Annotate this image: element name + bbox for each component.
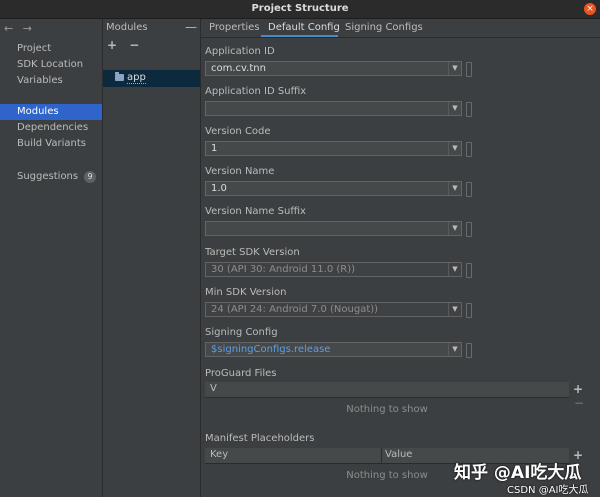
version-name-value: 1.0	[211, 183, 227, 194]
active-tab-indicator	[261, 35, 338, 37]
dropdown-arrow-icon[interactable]: ▼	[448, 102, 461, 115]
signing-config-label: Signing Config	[205, 327, 278, 338]
application-id-field[interactable]: com.cv.tnn ▼	[205, 61, 462, 76]
target-sdk-value: 30 (API 30: Android 11.0 (R))	[211, 264, 356, 275]
min-sdk-select[interactable]: 24 (API 24: Android 7.0 (Nougat)) ▼	[205, 302, 462, 317]
field-handle-icon[interactable]	[466, 182, 472, 197]
tab-default-config[interactable]: Default Config	[268, 22, 340, 33]
column-divider	[381, 448, 382, 463]
min-sdk-value: 24 (API 24: Android 7.0 (Nougat))	[211, 304, 379, 315]
modules-panel: Modules — + − app	[103, 19, 201, 497]
field-handle-icon[interactable]	[466, 62, 472, 77]
manifest-value-header[interactable]: Value	[385, 449, 412, 460]
modules-toolbar: + −	[107, 38, 147, 52]
main-panel: Properties Default Config Signing Config…	[201, 19, 600, 497]
sidebar-item-project[interactable]: Project	[0, 41, 102, 57]
sidebar-item-label: Suggestions	[17, 171, 79, 182]
tab-bar: Properties Default Config Signing Config…	[201, 19, 600, 38]
version-name-label: Version Name	[205, 166, 275, 177]
application-id-label: Application ID	[205, 46, 275, 57]
remove-proguard-icon[interactable]: −	[574, 396, 584, 410]
proguard-table-header: V	[205, 382, 569, 398]
sidebar-item-build-variants[interactable]: Build Variants	[0, 136, 102, 152]
manifest-placeholders-label: Manifest Placeholders	[205, 433, 315, 444]
min-sdk-label: Min SDK Version	[205, 287, 287, 298]
remove-module-icon[interactable]: −	[129, 38, 139, 52]
application-id-suffix-label: Application ID Suffix	[205, 86, 307, 97]
target-sdk-label: Target SDK Version	[205, 247, 300, 258]
suggestions-count-badge: 9	[84, 171, 96, 183]
field-handle-icon[interactable]	[466, 102, 472, 117]
title-bar: Project Structure ×	[0, 0, 600, 19]
window-title: Project Structure	[251, 3, 349, 14]
modules-header: Modules	[106, 22, 148, 33]
proguard-column-header[interactable]: V	[210, 383, 217, 394]
proguard-empty-text: Nothing to show	[346, 404, 428, 415]
field-handle-icon[interactable]	[466, 263, 472, 278]
close-icon[interactable]: ×	[584, 3, 596, 15]
application-id-value: com.cv.tnn	[211, 63, 266, 74]
field-handle-icon[interactable]	[466, 343, 472, 358]
application-id-suffix-field[interactable]: ▼	[205, 101, 462, 116]
dropdown-arrow-icon[interactable]: ▼	[448, 263, 461, 276]
watermark-small: CSDN @AI吃大瓜	[507, 485, 589, 496]
signing-config-value: $signingConfigs.release	[211, 344, 331, 355]
sidebar-item-dependencies[interactable]: Dependencies	[0, 120, 102, 136]
sidebar-item-sdk-location[interactable]: SDK Location	[0, 57, 102, 73]
target-sdk-select[interactable]: 30 (API 30: Android 11.0 (R)) ▼	[205, 262, 462, 277]
manifest-key-header[interactable]: Key	[210, 449, 228, 460]
version-name-suffix-label: Version Name Suffix	[205, 206, 306, 217]
proguard-files-label: ProGuard Files	[205, 368, 277, 379]
version-code-label: Version Code	[205, 126, 271, 137]
forward-arrow-icon[interactable]: →	[23, 22, 32, 35]
dropdown-arrow-icon[interactable]: ▼	[448, 182, 461, 195]
dropdown-arrow-icon[interactable]: ▼	[448, 62, 461, 75]
module-item-app[interactable]: app	[103, 70, 200, 87]
add-proguard-icon[interactable]: +	[573, 382, 583, 396]
back-arrow-icon[interactable]: ←	[4, 22, 13, 35]
module-label: app	[127, 72, 146, 84]
field-handle-icon[interactable]	[466, 222, 472, 237]
dropdown-arrow-icon[interactable]: ▼	[448, 343, 461, 356]
sidebar-item-modules[interactable]: Modules	[0, 104, 102, 120]
dropdown-arrow-icon[interactable]: ▼	[448, 142, 461, 155]
sidebar-item-variables[interactable]: Variables	[0, 73, 102, 89]
signing-config-select[interactable]: $signingConfigs.release ▼	[205, 342, 462, 357]
dropdown-arrow-icon[interactable]: ▼	[448, 222, 461, 235]
tab-signing-configs[interactable]: Signing Configs	[345, 22, 423, 33]
version-code-value: 1	[211, 143, 218, 154]
version-name-suffix-field[interactable]: ▼	[205, 221, 462, 236]
version-code-field[interactable]: 1 ▼	[205, 141, 462, 156]
version-name-field[interactable]: 1.0 ▼	[205, 181, 462, 196]
sidebar-item-suggestions[interactable]: Suggestions 9	[0, 169, 102, 185]
dropdown-arrow-icon[interactable]: ▼	[448, 303, 461, 316]
watermark: 知乎 @AI吃大瓜	[454, 463, 582, 483]
field-handle-icon[interactable]	[466, 142, 472, 157]
sidebar: ← → Project SDK Location Variables Modul…	[0, 19, 103, 497]
collapse-icon[interactable]: —	[185, 20, 197, 34]
tab-properties[interactable]: Properties	[209, 22, 260, 33]
field-handle-icon[interactable]	[466, 303, 472, 318]
add-module-icon[interactable]: +	[107, 38, 117, 52]
module-folder-icon	[115, 72, 124, 81]
nav-arrows: ← →	[4, 22, 38, 35]
